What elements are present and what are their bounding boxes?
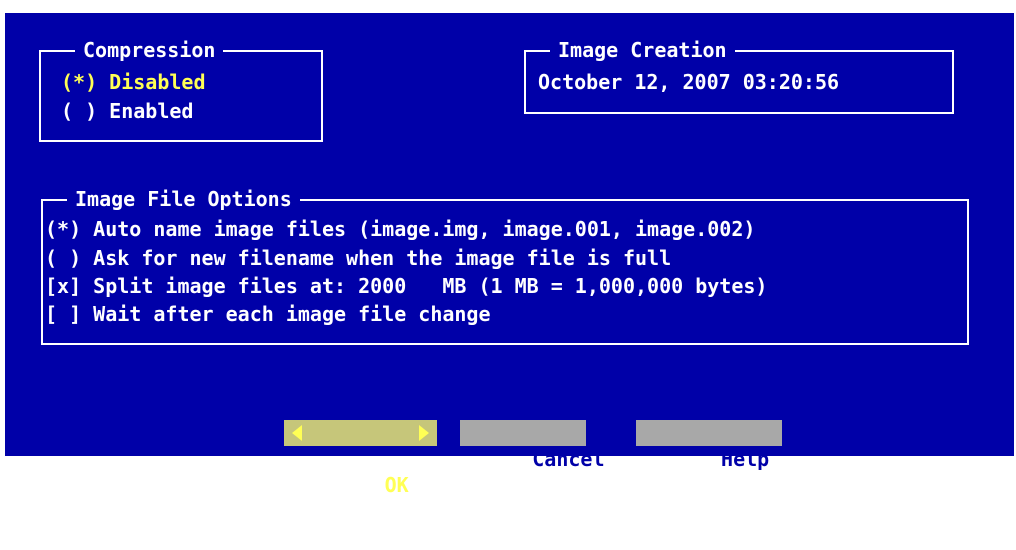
compression-option-disabled[interactable]: (*) Disabled [61,68,206,96]
help-button[interactable]: Help [636,420,782,471]
compression-option-enabled[interactable]: ( ) Enabled [61,97,193,125]
wait-after-change-checkbox[interactable]: [ ] Wait after each image file change [45,300,491,328]
ok-button-label: OK [384,473,409,497]
cancel-button-label: Cancel [532,447,605,471]
auto-name-option[interactable]: (*) Auto name image files (image.img, im… [45,215,755,243]
arrow-left-icon [290,420,304,446]
image-creation-group: Image Creation October 12, 2007 03:20:56 [524,36,954,114]
image-creation-timestamp: October 12, 2007 03:20:56 [538,70,840,94]
image-creation-title: Image Creation [550,36,735,64]
image-file-options-group: Image File Options (*) Auto name image f… [41,185,969,345]
split-files-checkbox[interactable]: [x] Split image files at: 2000 MB (1 MB … [45,272,767,300]
help-button-label: Help [721,447,770,471]
image-file-options-title: Image File Options [67,185,300,213]
arrow-right-icon [417,420,431,446]
image-options-dialog: Compression (*) Disabled ( ) Enabled Ima… [2,10,1014,497]
compression-title: Compression [75,36,224,64]
cancel-button[interactable]: Cancel [460,420,605,471]
ok-button[interactable]: OK [284,420,437,497]
compression-group: Compression (*) Disabled ( ) Enabled [39,36,323,142]
ask-filename-option[interactable]: ( ) Ask for new filename when the image … [45,244,671,272]
screen: Compression (*) Disabled ( ) Enabled Ima… [0,0,1016,497]
